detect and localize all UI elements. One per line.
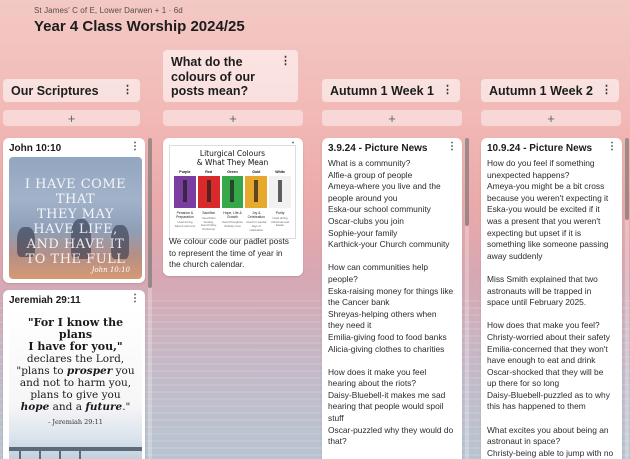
column-header[interactable]: What do the colours of our posts mean? ⋮	[163, 50, 298, 102]
board-meta[interactable]: St James' C of E, Lower Darwen + 1 · 6d	[34, 6, 245, 15]
column-header[interactable]: Autumn 1 Week 2 ⋮	[481, 79, 619, 102]
add-post-button[interactable]: +	[322, 110, 462, 126]
liturgical-swatches: Purple Penance & Preparation Used during A…	[174, 170, 291, 232]
post-title: John 10:10	[9, 143, 62, 154]
quote-line: "For I know the plans	[27, 316, 124, 341]
scripture-image: I HAVE COME THAT THEY MAY HAVE LIFE, AND…	[9, 157, 142, 279]
board-title: Year 4 Class Worship 2024/25	[34, 18, 245, 35]
swatch-subcaption: Used for special days of celebration	[246, 220, 267, 232]
pier-graphic	[9, 447, 142, 451]
post-body: We colour code our padlet posts to repre…	[169, 236, 289, 270]
swatch-caption: Joy & Celebration	[247, 211, 265, 220]
more-options-icon[interactable]: ⋮	[442, 83, 453, 96]
post-card[interactable]: ⋮ Liturgical Colours & What They Mean Pu…	[163, 138, 303, 276]
swatch-label: Gold	[252, 170, 261, 174]
column-scrollbar[interactable]	[625, 138, 629, 220]
swatch-caption: Sacrifice	[202, 211, 216, 215]
post-more-icon[interactable]: ⋮	[130, 141, 140, 152]
post-title: Jeremiah 29:11	[9, 295, 81, 306]
column-scrollbar[interactable]	[465, 138, 469, 226]
swatch-color	[245, 176, 268, 208]
swatch-label: Green	[227, 170, 238, 174]
post-title: 3.9.24 - Picture News	[328, 143, 428, 154]
post-card[interactable]: 10.9.24 - Picture News ⋮ How do you feel…	[481, 138, 622, 459]
add-post-button[interactable]: +	[3, 110, 140, 126]
quote-line: plans to give you	[30, 389, 121, 401]
post-body: How do you feel if something unexpected …	[487, 158, 614, 458]
swatch-label: Red	[205, 170, 213, 174]
post-title: 10.9.24 - Picture News	[487, 143, 593, 154]
swatch-caption: Penance & Preparation	[176, 211, 194, 220]
quote-line: I have for you,"	[28, 340, 123, 353]
post-card[interactable]: Jeremiah 29:11 ⋮ "For I know the plans I…	[3, 290, 145, 459]
swatch-caption: Hope, Life & Growth	[223, 211, 242, 220]
more-options-icon[interactable]: ⋮	[601, 83, 612, 96]
liturgical-swatch: Green Hope, Life & Growth Used throughout …	[221, 170, 244, 232]
add-post-button[interactable]: +	[481, 110, 621, 126]
board-header: St James' C of E, Lower Darwen + 1 · 6d …	[34, 6, 245, 35]
post-more-icon[interactable]: ⋮	[607, 141, 617, 152]
liturgical-swatch: Purple Penance & Preparation Used during A…	[174, 170, 196, 232]
swatch-color	[221, 176, 244, 208]
liturgical-swatch: White Purity Used during Christmas and Eas…	[269, 170, 291, 232]
swatch-label: Purple	[179, 170, 191, 174]
swatch-subcaption: Used during Christmas and Easter	[271, 216, 290, 228]
swatch-color	[269, 176, 291, 208]
post-more-icon[interactable]: ⋮	[130, 293, 140, 304]
liturgical-swatch: Gold Joy & Celebration Used for special da…	[245, 170, 268, 232]
swatch-label: White	[275, 170, 285, 174]
liturgical-colours-image: Liturgical Colours & What They Mean Purp…	[169, 145, 296, 239]
swatch-subcaption: Used Palm Sunday, Good Friday, Pentecost	[200, 216, 217, 231]
quote-line: and not to harm you,	[19, 377, 132, 389]
scripture-image-ref: John 10:10	[91, 266, 130, 274]
quote-line: declares the Lord,	[26, 353, 125, 365]
more-options-icon[interactable]: ⋮	[122, 83, 133, 96]
column-title: Our Scriptures	[11, 83, 99, 98]
more-options-icon[interactable]: ⋮	[280, 54, 291, 69]
column-header[interactable]: Autumn 1 Week 1 ⋮	[322, 79, 460, 102]
post-card[interactable]: John 10:10 ⋮ I HAVE COME THAT THEY MAY H…	[3, 138, 145, 283]
column-title: What do the colours of our posts mean?	[171, 55, 256, 98]
post-more-icon[interactable]: ⋮	[447, 141, 457, 152]
scripture-image-text: I HAVE COME THAT THEY MAY HAVE LIFE, AND…	[24, 177, 127, 267]
column-header[interactable]: Our Scriptures ⋮	[3, 79, 140, 102]
scripture-quote-image: "For I know the plans I have for you," d…	[9, 309, 142, 459]
add-post-button[interactable]: +	[163, 110, 303, 126]
swatch-caption: Purity	[275, 211, 285, 215]
liturgical-swatch: Red Sacrifice Used Palm Sunday, Good Frida…	[197, 170, 220, 232]
swatch-subcaption: Used during Advent and Lent	[174, 220, 196, 228]
column-title: Autumn 1 Week 2	[489, 83, 593, 98]
swatch-color	[174, 176, 196, 208]
quote-ref: - Jeremiah 29:11	[48, 418, 103, 426]
swatch-color	[197, 176, 220, 208]
quote-line: hope and a future."	[20, 401, 131, 413]
column-scrollbar[interactable]	[148, 138, 152, 288]
post-body: What is a community? Alfie-a group of pe…	[328, 158, 454, 447]
column-title: Autumn 1 Week 1	[330, 83, 434, 98]
swatch-subcaption: Used throughout Ordinary time	[222, 220, 243, 228]
liturgical-title: Liturgical Colours & What They Mean	[196, 149, 269, 167]
quote-line: "plans to prosper you	[16, 365, 135, 377]
post-card[interactable]: 3.9.24 - Picture News ⋮ What is a commun…	[322, 138, 462, 459]
